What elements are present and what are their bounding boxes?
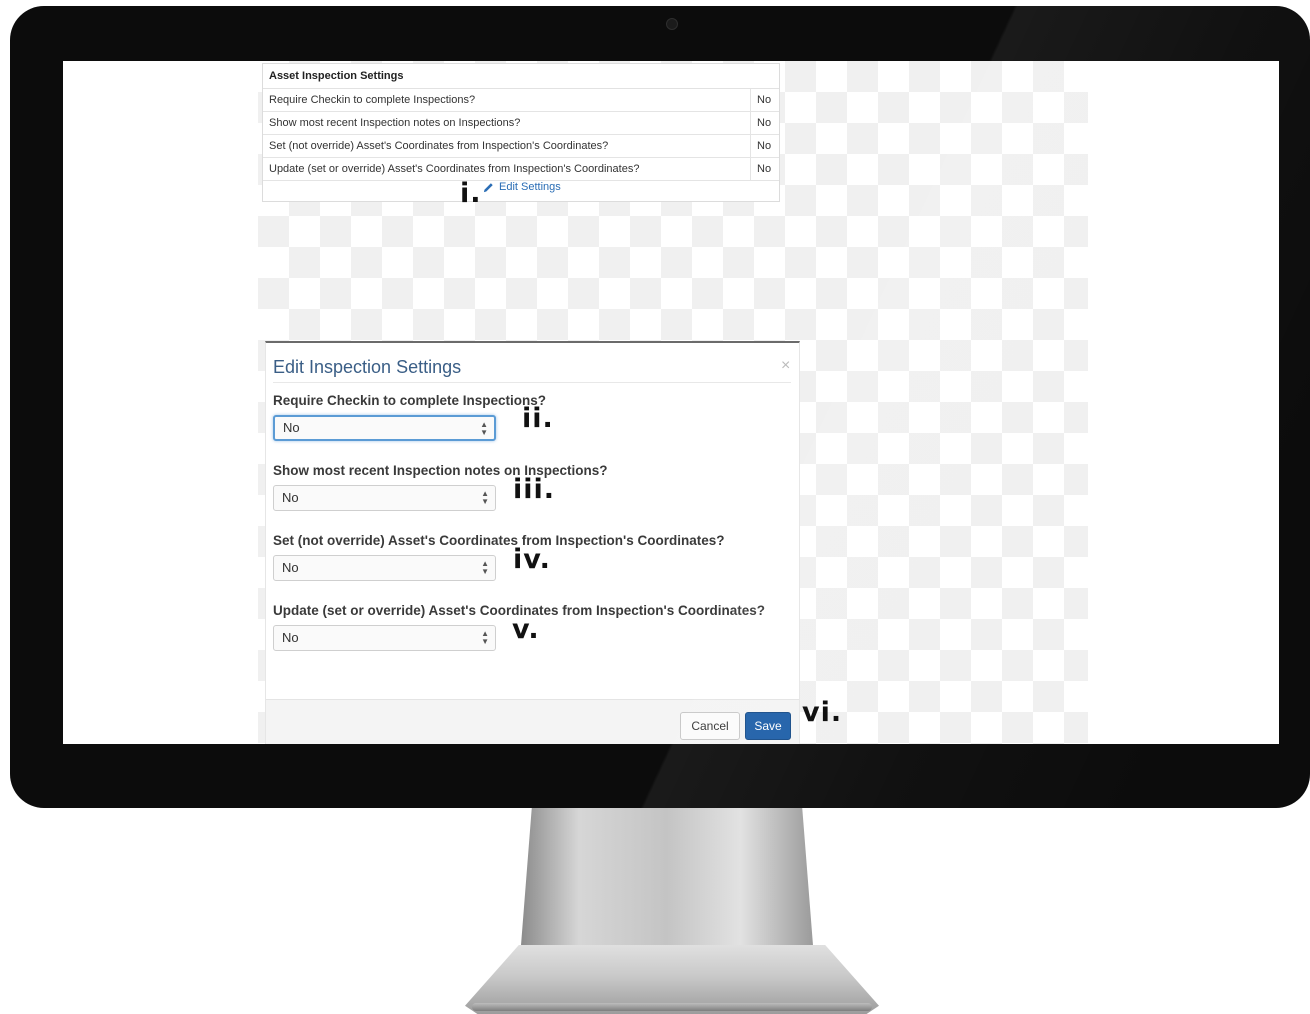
setting-label: Require Checkin to complete Inspections?	[263, 89, 751, 112]
asset-inspection-settings-panel: Asset Inspection Settings Require Checki…	[262, 63, 780, 202]
table-row: Show most recent Inspection notes on Ins…	[263, 111, 779, 135]
select-value: No	[282, 490, 299, 505]
field-label-show-notes: Show most recent Inspection notes on Ins…	[273, 463, 608, 478]
edit-inspection-settings-modal: Edit Inspection Settings × Require Check…	[265, 341, 800, 744]
monitor-stand-edge	[472, 1003, 872, 1011]
modal-title: Edit Inspection Settings	[273, 357, 462, 377]
select-value: No	[282, 560, 299, 575]
select-arrows-icon: ▲ ▼	[480, 420, 488, 437]
table-row: Require Checkin to complete Inspections?…	[263, 89, 779, 112]
field-label-set-coordinates: Set (not override) Asset's Coordinates f…	[273, 533, 725, 548]
select-arrows-icon: ▲ ▼	[481, 489, 489, 506]
annotation-vi: vi.	[802, 697, 843, 728]
table-row: Set (not override) Asset's Coordinates f…	[263, 134, 779, 158]
edit-settings-link[interactable]: Edit Settings	[483, 181, 561, 193]
setting-value: No	[750, 111, 779, 135]
require-checkin-select[interactable]: No ▲ ▼	[273, 415, 496, 441]
screen: Asset Inspection Settings Require Checki…	[63, 61, 1279, 744]
panel-title: Asset Inspection Settings	[263, 64, 779, 89]
select-value: No	[282, 630, 299, 645]
setting-label: Update (set or override) Asset's Coordin…	[263, 157, 751, 181]
set-coordinates-select[interactable]: No ▲ ▼	[273, 555, 496, 581]
monitor-frame: Asset Inspection Settings Require Checki…	[10, 6, 1310, 808]
settings-table: Require Checkin to complete Inspections?…	[263, 89, 779, 181]
setting-label: Show most recent Inspection notes on Ins…	[263, 111, 751, 135]
field-label-require-checkin: Require Checkin to complete Inspections?	[273, 393, 547, 408]
divider	[273, 382, 791, 383]
close-icon[interactable]: ×	[781, 357, 790, 375]
table-row: Update (set or override) Asset's Coordin…	[263, 157, 779, 181]
camera-icon	[666, 18, 678, 30]
annotation-iii: iii.	[513, 474, 556, 505]
select-arrows-icon: ▲ ▼	[481, 629, 489, 646]
select-arrows-icon: ▲ ▼	[481, 559, 489, 576]
annotation-ii: ii.	[522, 403, 554, 434]
annotation-iv: iv.	[513, 544, 551, 575]
pencil-icon	[483, 182, 493, 192]
cancel-button[interactable]: Cancel	[680, 712, 740, 740]
show-notes-select[interactable]: No ▲ ▼	[273, 485, 496, 511]
select-value: No	[283, 420, 300, 435]
update-coordinates-select[interactable]: No ▲ ▼	[273, 625, 496, 651]
setting-label: Set (not override) Asset's Coordinates f…	[263, 134, 751, 158]
setting-value: No	[750, 134, 779, 158]
annotation-v: v.	[512, 614, 540, 645]
edit-settings-label: Edit Settings	[499, 181, 561, 193]
modal-footer: Cancel Save	[266, 699, 799, 744]
save-button[interactable]: Save	[745, 712, 791, 740]
setting-value: No	[750, 89, 779, 112]
monitor-stand-neck	[520, 808, 814, 958]
annotation-i: i.	[460, 178, 482, 209]
setting-value: No	[750, 157, 779, 181]
